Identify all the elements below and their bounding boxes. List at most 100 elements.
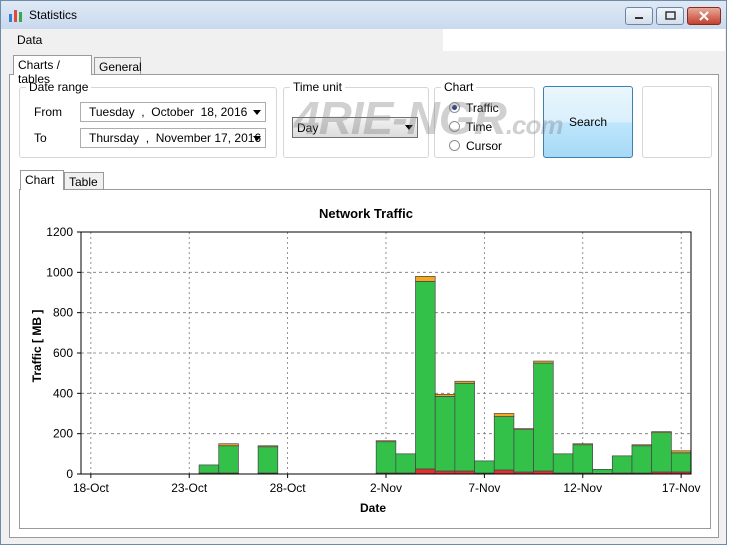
- x-tick-label: 2-Nov: [370, 481, 402, 495]
- bar-segment: [651, 432, 672, 473]
- bar-segment: [257, 446, 279, 474]
- bar-segment: [218, 443, 239, 447]
- y-tick-label: 0: [66, 467, 73, 481]
- time-unit-title: Time unit: [290, 80, 345, 94]
- search-button-label: Search: [568, 115, 608, 129]
- bar-segment: [611, 455, 633, 474]
- chart-grid: [81, 231, 691, 474]
- bar-segment: [670, 452, 692, 473]
- bar-segment: [415, 276, 436, 282]
- bar-segment: [474, 460, 495, 474]
- bar-segment: [631, 444, 652, 447]
- time-unit-group: Time unit Day: [283, 80, 429, 158]
- chart-panel: Network Traffic 0 200 400 600 800 1000 1200 18-…: [19, 189, 711, 529]
- radio-cursor-button[interactable]: [449, 140, 460, 151]
- bar-segment: [198, 464, 220, 474]
- x-tick-label: 17-Nov: [662, 481, 701, 495]
- bar-segment: [513, 429, 534, 473]
- bar-segment: [533, 362, 554, 472]
- menu-data[interactable]: Data: [17, 33, 42, 47]
- from-date-picker[interactable]: Tuesday , October 18, 2016: [80, 102, 266, 122]
- from-label: From: [34, 105, 62, 119]
- bar-segment: [415, 281, 436, 470]
- title-bar: Statistics: [1, 1, 726, 29]
- statistics-window: Statistics Data Charts / tables General …: [0, 0, 727, 545]
- chevron-down-icon: [405, 125, 413, 130]
- chart-type-title: Chart: [441, 80, 477, 94]
- subtab-chart-label: Chart: [25, 173, 55, 187]
- bar-segment: [493, 469, 515, 475]
- minimize-icon: [635, 17, 643, 19]
- x-tick-label: 18-Oct: [73, 481, 110, 495]
- bar-segment: [592, 469, 613, 474]
- maximize-button[interactable]: [656, 7, 684, 25]
- blank-button[interactable]: [642, 86, 712, 158]
- menu-bar: Data: [5, 29, 725, 51]
- to-label: To: [34, 131, 47, 145]
- bar-segment: [395, 453, 416, 474]
- bar-segment: [434, 396, 456, 472]
- bar-segment: [631, 445, 652, 474]
- tab-charts-tables[interactable]: Charts / tables: [13, 55, 92, 86]
- y-tick-label: 600: [53, 346, 73, 360]
- bar-segment: [572, 443, 593, 446]
- chart-type-group: Chart Traffic Time Cursor: [434, 80, 535, 158]
- bar-segment: [552, 453, 574, 474]
- y-tick-label: 800: [53, 306, 73, 320]
- chart-app-icon: [9, 10, 22, 22]
- chart-bars: [198, 276, 692, 475]
- network-traffic-chart: Network Traffic 0 200 400 600 800 1000 1200 18-…: [30, 206, 701, 515]
- chevron-down-icon: [253, 110, 261, 115]
- close-button[interactable]: [687, 7, 721, 25]
- time-unit-value: Day: [297, 121, 319, 135]
- x-tick-label: 28-Oct: [270, 481, 307, 495]
- radio-time-label: Time: [466, 120, 493, 134]
- bar-segment: [493, 413, 515, 417]
- window-title: Statistics: [29, 8, 78, 22]
- y-tick-label: 400: [53, 386, 73, 400]
- y-tick-label: 1200: [46, 225, 73, 239]
- search-button[interactable]: Search: [543, 86, 633, 158]
- radio-traffic-button[interactable]: [449, 102, 460, 113]
- x-tick-label: 7-Nov: [468, 481, 500, 495]
- tab-general[interactable]: General: [94, 57, 142, 75]
- y-tick-label: 1000: [46, 265, 73, 279]
- radio-cursor-label: Cursor: [466, 139, 503, 153]
- bar-segment: [375, 441, 397, 474]
- bar-segment: [454, 382, 475, 472]
- y-tick-label: 200: [53, 427, 73, 441]
- bar-segment: [513, 428, 534, 430]
- bar-segment: [434, 393, 456, 397]
- bar-segment: [572, 444, 593, 474]
- subtab-chart[interactable]: Chart: [20, 170, 64, 190]
- charts-tables-panel: Date range From Tuesday , October 18, 20…: [9, 74, 719, 538]
- bar-segment: [651, 431, 672, 434]
- bar-segment: [493, 416, 515, 471]
- subtab-table-label: Table: [69, 175, 98, 189]
- bar-segment: [257, 445, 279, 448]
- chevron-down-icon: [253, 136, 261, 141]
- bar-segment: [415, 468, 436, 475]
- y-axis-label: Traffic [ MB ]: [30, 310, 44, 383]
- to-date-picker[interactable]: Thursday , November 17, 2016: [80, 128, 266, 148]
- maximize-icon: [665, 11, 676, 20]
- menu-blank-area: [443, 29, 725, 51]
- date-range-group: Date range From Tuesday , October 18, 20…: [19, 80, 277, 158]
- bar-segment: [670, 450, 692, 454]
- from-date-value: Tuesday , October 18, 2016: [89, 105, 248, 119]
- x-tick-label: 23-Oct: [171, 481, 208, 495]
- close-icon: [699, 11, 709, 21]
- bar-segment: [533, 360, 554, 364]
- radio-time-button[interactable]: [449, 121, 460, 132]
- bar-segment: [454, 380, 475, 384]
- time-unit-select[interactable]: Day: [292, 117, 418, 138]
- bar-segment: [218, 445, 239, 474]
- x-axis-label: Date: [360, 501, 386, 515]
- x-tick-label: 12-Nov: [563, 481, 602, 495]
- bar-segment: [375, 440, 397, 443]
- subtab-table[interactable]: Table: [64, 172, 104, 190]
- chart-axes: 0 200 400 600 800 1000 1200 18-Oct 23-Oct 28-Oct 2…: [46, 225, 700, 495]
- radio-traffic-label: Traffic: [466, 101, 499, 115]
- tab-general-label: General: [99, 60, 142, 74]
- minimize-button[interactable]: [625, 7, 653, 25]
